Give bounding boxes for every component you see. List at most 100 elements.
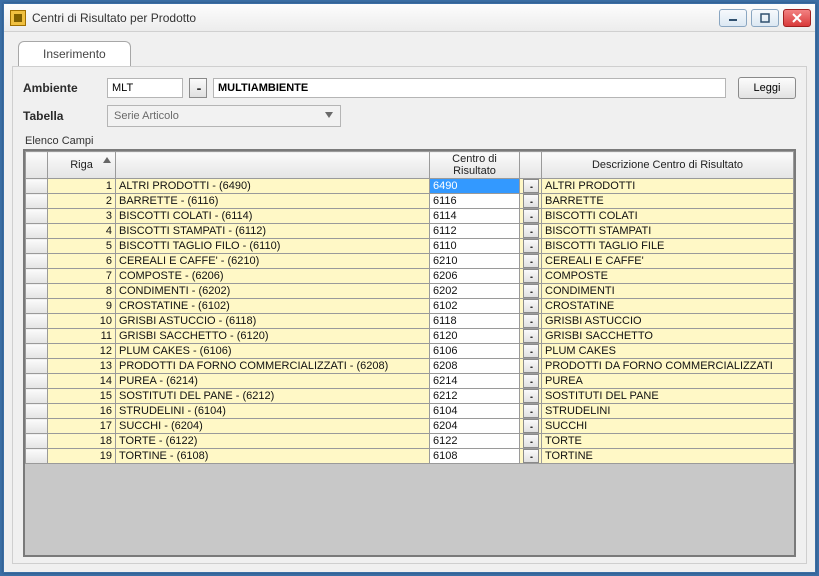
cell-prodotto[interactable]: ALTRI PRODOTTI - (6490)	[116, 179, 430, 194]
col-centro[interactable]: Centro di Risultato	[430, 152, 520, 179]
cell-centro[interactable]: 6108	[430, 449, 520, 464]
cell-centro[interactable]: 6112	[430, 224, 520, 239]
col-descrizione[interactable]: Descrizione Centro di Risultato	[542, 152, 794, 179]
cell-prodotto[interactable]: PUREA - (6214)	[116, 374, 430, 389]
table-row[interactable]: 3BISCOTTI COLATI - (6114)6114...BISCOTTI…	[26, 209, 794, 224]
cell-centro[interactable]: 6490	[430, 179, 520, 194]
cell-prodotto[interactable]: SOSTITUTI DEL PANE - (6212)	[116, 389, 430, 404]
table-row[interactable]: 4BISCOTTI STAMPATI - (6112)6112...BISCOT…	[26, 224, 794, 239]
cell-descrizione[interactable]: GRISBI ASTUCCIO	[542, 314, 794, 329]
lookup-button[interactable]: ...	[523, 434, 539, 448]
close-button[interactable]	[783, 9, 811, 27]
cell-descrizione[interactable]: BISCOTTI STAMPATI	[542, 224, 794, 239]
lookup-button[interactable]: ...	[523, 344, 539, 358]
lookup-button[interactable]: ...	[523, 329, 539, 343]
cell-centro[interactable]: 6114	[430, 209, 520, 224]
col-prodotto[interactable]	[116, 152, 430, 179]
cell-centro[interactable]: 6214	[430, 374, 520, 389]
lookup-button[interactable]: ...	[523, 299, 539, 313]
cell-prodotto[interactable]: COMPOSTE - (6206)	[116, 269, 430, 284]
cell-descrizione[interactable]: PUREA	[542, 374, 794, 389]
cell-riga[interactable]: 11	[48, 329, 116, 344]
col-rowselector[interactable]	[26, 152, 48, 179]
row-header-cell[interactable]	[26, 374, 48, 389]
row-header-cell[interactable]	[26, 359, 48, 374]
table-row[interactable]: 13PRODOTTI DA FORNO COMMERCIALIZZATI - (…	[26, 359, 794, 374]
cell-centro[interactable]: 6102	[430, 299, 520, 314]
cell-prodotto[interactable]: BARRETTE - (6116)	[116, 194, 430, 209]
cell-prodotto[interactable]: CONDIMENTI - (6202)	[116, 284, 430, 299]
table-row[interactable]: 14PUREA - (6214)6214...PUREA	[26, 374, 794, 389]
cell-descrizione[interactable]: STRUDELINI	[542, 404, 794, 419]
table-row[interactable]: 6CEREALI E CAFFE' - (6210)6210...CEREALI…	[26, 254, 794, 269]
cell-centro[interactable]: 6206	[430, 269, 520, 284]
table-row[interactable]: 12PLUM CAKES - (6106)6106...PLUM CAKES	[26, 344, 794, 359]
cell-riga[interactable]: 5	[48, 239, 116, 254]
row-header-cell[interactable]	[26, 434, 48, 449]
cell-riga[interactable]: 4	[48, 224, 116, 239]
lookup-button[interactable]: ...	[523, 179, 539, 193]
cell-prodotto[interactable]: PRODOTTI DA FORNO COMMERCIALIZZATI - (62…	[116, 359, 430, 374]
lookup-button[interactable]: ...	[523, 374, 539, 388]
cell-centro[interactable]: 6104	[430, 404, 520, 419]
row-header-cell[interactable]	[26, 404, 48, 419]
cell-riga[interactable]: 10	[48, 314, 116, 329]
cell-prodotto[interactable]: TORTE - (6122)	[116, 434, 430, 449]
cell-riga[interactable]: 12	[48, 344, 116, 359]
cell-prodotto[interactable]: GRISBI ASTUCCIO - (6118)	[116, 314, 430, 329]
cell-riga[interactable]: 1	[48, 179, 116, 194]
row-header-cell[interactable]	[26, 344, 48, 359]
cell-descrizione[interactable]: COMPOSTE	[542, 269, 794, 284]
cell-centro[interactable]: 6208	[430, 359, 520, 374]
cell-prodotto[interactable]: SUCCHI - (6204)	[116, 419, 430, 434]
ambiente-code-input[interactable]	[107, 78, 183, 98]
lookup-button[interactable]: ...	[523, 359, 539, 373]
cell-centro[interactable]: 6116	[430, 194, 520, 209]
lookup-button[interactable]: ...	[523, 209, 539, 223]
tab-inserimento[interactable]: Inserimento	[18, 41, 131, 66]
row-header-cell[interactable]	[26, 269, 48, 284]
cell-centro[interactable]: 6120	[430, 329, 520, 344]
cell-descrizione[interactable]: BISCOTTI COLATI	[542, 209, 794, 224]
col-riga[interactable]: Riga	[48, 152, 116, 179]
cell-descrizione[interactable]: GRISBI SACCHETTO	[542, 329, 794, 344]
table-row[interactable]: 1ALTRI PRODOTTI - (6490)6490...ALTRI PRO…	[26, 179, 794, 194]
cell-prodotto[interactable]: PLUM CAKES - (6106)	[116, 344, 430, 359]
row-header-cell[interactable]	[26, 329, 48, 344]
cell-riga[interactable]: 6	[48, 254, 116, 269]
lookup-button[interactable]: ...	[523, 314, 539, 328]
cell-centro[interactable]: 6106	[430, 344, 520, 359]
cell-riga[interactable]: 16	[48, 404, 116, 419]
table-row[interactable]: 2BARRETTE - (6116)6116...BARRETTE	[26, 194, 794, 209]
lookup-button[interactable]: ...	[523, 449, 539, 463]
cell-prodotto[interactable]: CEREALI E CAFFE' - (6210)	[116, 254, 430, 269]
cell-descrizione[interactable]: SUCCHI	[542, 419, 794, 434]
table-row[interactable]: 8CONDIMENTI - (6202)6202...CONDIMENTI	[26, 284, 794, 299]
lookup-button[interactable]: ...	[523, 419, 539, 433]
tabella-combo[interactable]: Serie Articolo	[107, 105, 341, 127]
table-row[interactable]: 10GRISBI ASTUCCIO - (6118)6118...GRISBI …	[26, 314, 794, 329]
cell-riga[interactable]: 17	[48, 419, 116, 434]
cell-descrizione[interactable]: CEREALI E CAFFE'	[542, 254, 794, 269]
lookup-button[interactable]: ...	[523, 284, 539, 298]
row-header-cell[interactable]	[26, 194, 48, 209]
row-header-cell[interactable]	[26, 449, 48, 464]
lookup-button[interactable]: ...	[523, 254, 539, 268]
cell-prodotto[interactable]: BISCOTTI COLATI - (6114)	[116, 209, 430, 224]
cell-descrizione[interactable]: TORTE	[542, 434, 794, 449]
cell-descrizione[interactable]: BISCOTTI TAGLIO FILE	[542, 239, 794, 254]
cell-riga[interactable]: 18	[48, 434, 116, 449]
row-header-cell[interactable]	[26, 299, 48, 314]
lookup-button[interactable]: ...	[523, 194, 539, 208]
row-header-cell[interactable]	[26, 314, 48, 329]
row-header-cell[interactable]	[26, 254, 48, 269]
ambiente-lookup-button[interactable]: ...	[189, 78, 207, 98]
cell-riga[interactable]: 15	[48, 389, 116, 404]
cell-prodotto[interactable]: GRISBI SACCHETTO - (6120)	[116, 329, 430, 344]
cell-descrizione[interactable]: PRODOTTI DA FORNO COMMERCIALIZZATI	[542, 359, 794, 374]
cell-riga[interactable]: 3	[48, 209, 116, 224]
table-row[interactable]: 9CROSTATINE - (6102)6102...CROSTATINE	[26, 299, 794, 314]
lookup-button[interactable]: ...	[523, 224, 539, 238]
cell-descrizione[interactable]: PLUM CAKES	[542, 344, 794, 359]
cell-prodotto[interactable]: CROSTATINE - (6102)	[116, 299, 430, 314]
